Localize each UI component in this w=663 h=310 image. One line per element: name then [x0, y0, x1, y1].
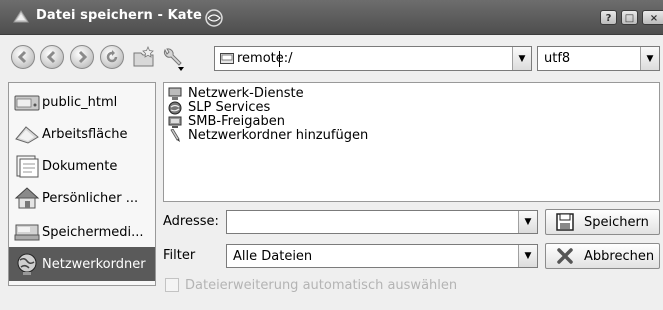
sidebar-item-storage-media[interactable]: Speichermedi... [9, 215, 155, 249]
home-icon [12, 183, 42, 213]
sidebar-item-label: Dokumente [42, 158, 118, 174]
sidebar-item-desktop[interactable]: Arbeitsfläche [9, 117, 155, 151]
filter-dropdown-button[interactable]: ▼ [518, 245, 537, 267]
forward-button[interactable] [40, 45, 66, 71]
documents-icon [12, 151, 42, 181]
address-label: Adresse: [163, 214, 219, 229]
list-item[interactable]: Netzwerk-Dienste [168, 86, 304, 101]
list-item-label: SMB-Freigaben [188, 114, 285, 129]
list-item-label: Netzwerkordner hinzufügen [188, 128, 369, 143]
floppy-disk-icon [556, 213, 574, 231]
path-input[interactable] [237, 49, 507, 68]
list-item[interactable]: SLP Services [168, 100, 270, 115]
up-button[interactable] [70, 45, 96, 71]
window-title: Datei speichern - Kate [36, 8, 202, 23]
encoding-value: utf8 [544, 51, 571, 66]
list-item[interactable]: Netzwerkordner hinzufügen [168, 128, 368, 143]
auto-extension-label: Dateierweiterung automatisch auswählen [185, 277, 458, 293]
swirl-decoration-icon [205, 9, 223, 27]
title-bar[interactable]: Datei speichern - Kate ? □ × [0, 0, 663, 35]
reload-button[interactable] [100, 45, 126, 71]
list-item-label: Netzwerk-Dienste [188, 86, 304, 101]
slp-services-icon [168, 101, 182, 114]
save-file-dialog: Datei speichern - Kate ? □ × remote:/ ▼ … [0, 0, 663, 310]
forward-arrow-icon [40, 45, 64, 69]
help-button[interactable]: ? [600, 10, 617, 25]
sidebar-item-label: Arbeitsfläche [42, 126, 128, 142]
sidebar-item-documents[interactable]: Dokumente [9, 149, 155, 183]
address-input[interactable] [231, 213, 479, 231]
text-caret [279, 51, 280, 67]
path-dropdown-button[interactable]: ▼ [512, 47, 531, 70]
drive-icon [12, 87, 42, 117]
list-item-label: SLP Services [188, 100, 271, 115]
sidebar-item-label: Netzwerkordner [42, 256, 146, 272]
new-folder-button[interactable] [131, 45, 157, 71]
network-folder-icon [12, 249, 42, 279]
sidebar-item-label: Persönlicher ... [42, 190, 139, 206]
network-services-icon [168, 87, 182, 100]
sidebar-item-home[interactable]: Persönlicher ... [9, 181, 155, 215]
cancel-button-label: Abbrechen [584, 248, 655, 264]
kate-app-icon [13, 10, 29, 23]
address-dropdown-button[interactable]: ▼ [518, 211, 537, 233]
auto-extension-checkbox[interactable] [165, 278, 179, 292]
encoding-dropdown-button[interactable]: ▼ [640, 47, 659, 70]
address-combobox[interactable]: ▼ [226, 210, 538, 234]
list-item[interactable]: SMB-Freigaben [168, 114, 285, 129]
wrench-icon [164, 48, 184, 71]
reload-icon [100, 45, 124, 69]
sidebar-item-label: Speichermedi... [42, 224, 144, 240]
close-button[interactable]: × [642, 10, 663, 25]
add-network-folder-icon [170, 128, 180, 142]
desktop-icon [12, 119, 42, 149]
up-arrow-icon [70, 45, 94, 69]
filter-value: Alle Dateien [233, 249, 313, 264]
cancel-x-icon [557, 248, 573, 264]
file-list: Netzwerk-Dienste SLP Services SMB-Freiga… [163, 82, 660, 202]
settings-button[interactable] [160, 45, 186, 71]
path-combobox[interactable]: ▼ [214, 46, 532, 71]
smb-shares-icon [168, 116, 182, 128]
auto-extension-checkbox-row: Dateierweiterung automatisch auswählen [165, 277, 457, 293]
back-arrow-icon [11, 45, 35, 69]
back-button[interactable] [11, 45, 37, 71]
encoding-combobox[interactable]: utf8 ▼ [537, 46, 660, 71]
filter-label: Filter [163, 248, 196, 263]
places-sidebar: public_html Arbeitsfläche Dokumente Pers… [8, 82, 156, 286]
sidebar-item-public-html[interactable]: public_html [9, 85, 155, 119]
sidebar-item-network-folder[interactable]: Netzwerkordner [9, 247, 155, 281]
new-folder-icon [133, 45, 154, 67]
drive-icon [220, 53, 234, 64]
sidebar-item-label: public_html [42, 94, 118, 110]
cancel-button[interactable]: Abbrechen [545, 243, 660, 269]
maximize-button[interactable]: □ [621, 10, 638, 25]
filter-combobox[interactable]: Alle Dateien ▼ [226, 244, 538, 268]
save-button-label: Speichern [584, 214, 649, 230]
storage-media-icon [12, 217, 42, 247]
save-button[interactable]: Speichern [545, 209, 660, 235]
